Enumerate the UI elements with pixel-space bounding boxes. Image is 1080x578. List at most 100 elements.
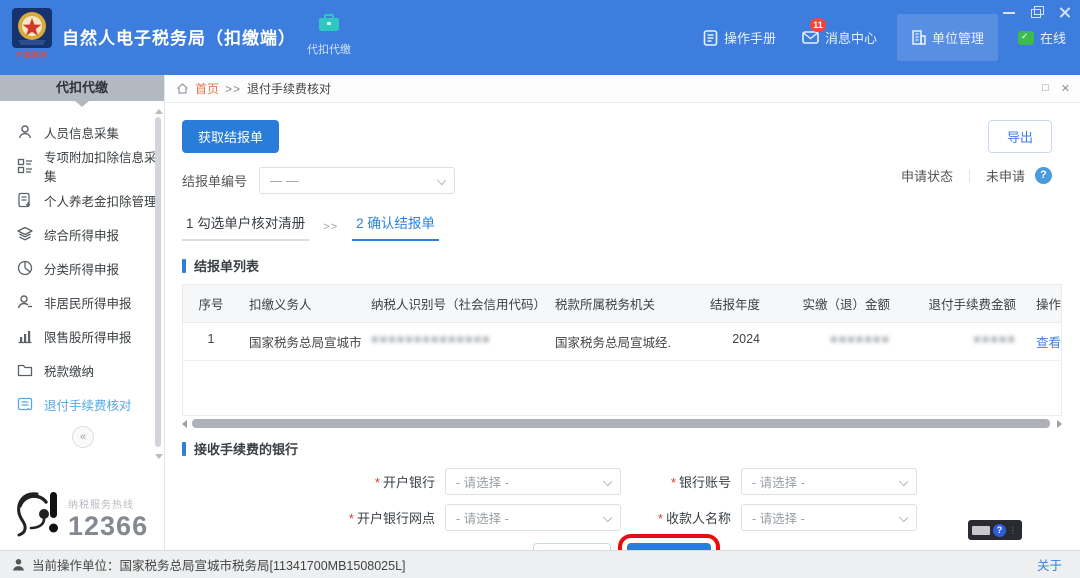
keyboard-icon bbox=[972, 526, 990, 535]
report-list-section-title: 结报单列表 bbox=[182, 256, 1062, 275]
refund-fee-panel: 获取结报单 导出 结报单编号 — — 申请状态 ｜ 未申请 ? 1 勾选单户核对… bbox=[166, 104, 1080, 550]
scrollbar-thumb[interactable] bbox=[155, 117, 161, 447]
opening-bank-label: 开户银行 bbox=[383, 475, 435, 490]
scroll-down-icon[interactable] bbox=[155, 454, 163, 459]
step-1-tab[interactable]: 1 勾选单户核对清册 bbox=[182, 212, 309, 241]
application-status: 申请状态 ｜ 未申请 ? bbox=[901, 166, 1052, 185]
help-icon[interactable]: ? bbox=[1035, 167, 1052, 184]
sidebar-item-comprehensive-income[interactable]: 综合所得申报 bbox=[0, 217, 164, 251]
sidebar-scrollbar[interactable] bbox=[154, 109, 162, 459]
bank-section-title: 接收手续费的银行 bbox=[182, 439, 1062, 458]
sidebar-item-label: 税款缴纳 bbox=[44, 361, 94, 380]
refund-doc-icon bbox=[17, 396, 33, 412]
report-number-select[interactable]: — — bbox=[259, 167, 455, 194]
sidebar-header: 代扣代缴 bbox=[0, 75, 164, 101]
table-row: 1 国家税务总局宣城市... ●●●●●●●●●●●●●● 国家税务总局宣城经.… bbox=[183, 323, 1061, 361]
nonresident-person-icon bbox=[17, 294, 33, 310]
opening-bank-select[interactable]: - 请选择 - bbox=[445, 468, 621, 495]
bar-chart-icon bbox=[17, 328, 33, 344]
sidebar-item-label: 个人养老金扣除管理 bbox=[44, 191, 157, 210]
report-number-label: 结报单编号 bbox=[182, 171, 247, 190]
sidebar-item-label: 综合所得申报 bbox=[44, 225, 119, 244]
input-method-widget[interactable]: ? ⋮ bbox=[968, 520, 1022, 540]
online-status-icon bbox=[1018, 31, 1034, 45]
field-opening-bank: *开户银行 - 请选择 - bbox=[327, 468, 621, 495]
pension-doc-icon bbox=[17, 192, 33, 208]
payee-name-value: - 请选择 - bbox=[752, 508, 805, 527]
bank-branch-select[interactable]: - 请选择 - bbox=[445, 504, 621, 531]
status-value: 未申请 bbox=[986, 166, 1025, 185]
nav-org-management[interactable]: 单位管理 bbox=[897, 14, 998, 61]
step-tabs: 1 勾选单户核对清册 >> 2 确认结报单 bbox=[182, 212, 1062, 241]
main-content: 首页 >> 退付手续费核对 □ ✕ 获取结报单 导出 结报单编号 — — 申请状… bbox=[166, 75, 1080, 550]
sidebar-item-personnel-info[interactable]: 人员信息采集 bbox=[0, 115, 164, 149]
sidebar-item-label: 限售股所得申报 bbox=[44, 327, 132, 346]
briefcase-icon bbox=[318, 14, 340, 32]
nav-org-label: 单位管理 bbox=[932, 28, 984, 47]
status-label: 申请状态 bbox=[901, 166, 953, 185]
payee-name-select[interactable]: - 请选择 - bbox=[741, 504, 917, 531]
bank-branch-label: 开户银行网点 bbox=[357, 511, 435, 526]
cell-seq: 1 bbox=[183, 323, 239, 360]
layers-icon bbox=[17, 226, 33, 242]
required-mark: * bbox=[349, 511, 354, 526]
chevron-down-icon bbox=[603, 477, 612, 486]
sidebar-item-classified-income[interactable]: 分类所得申报 bbox=[0, 251, 164, 285]
nav-online[interactable]: 在线 bbox=[1018, 28, 1066, 47]
col-seq: 序号 bbox=[183, 285, 239, 322]
about-link[interactable]: 关于 bbox=[1037, 555, 1062, 574]
tax-emblem-icon bbox=[10, 6, 54, 50]
folder-icon bbox=[17, 362, 33, 378]
export-button[interactable]: 导出 bbox=[988, 120, 1052, 153]
step-2-tab[interactable]: 2 确认结报单 bbox=[352, 212, 439, 241]
nav-messages[interactable]: 11 消息中心 bbox=[802, 28, 877, 47]
restore-icon[interactable] bbox=[1030, 6, 1044, 18]
field-bank-branch: *开户银行网点 - 请选择 - bbox=[327, 504, 621, 531]
col-year: 结报年度 bbox=[671, 285, 770, 322]
sidebar-item-label: 非居民所得申报 bbox=[44, 293, 132, 312]
sidebar-item-refund-fee-check[interactable]: 退付手续费核对 bbox=[0, 387, 164, 421]
chevron-down-icon bbox=[437, 176, 446, 185]
message-count-badge: 11 bbox=[810, 18, 826, 32]
sidebar-item-label: 专项附加扣除信息采集 bbox=[44, 147, 164, 185]
hscrollbar-thumb[interactable] bbox=[192, 419, 1050, 428]
scroll-up-icon[interactable] bbox=[155, 109, 163, 114]
required-mark: * bbox=[671, 475, 676, 490]
ime-help-icon[interactable]: ? bbox=[993, 524, 1006, 537]
tab-withholding-label: 代扣代缴 bbox=[300, 41, 358, 57]
app-title: 自然人电子税务局（扣缴端） bbox=[62, 24, 296, 49]
sidebar-item-label: 退付手续费核对 bbox=[44, 395, 132, 414]
view-link[interactable]: 查看 bbox=[1036, 336, 1061, 350]
app-window: 中国税务 自然人电子税务局（扣缴端） 代扣代缴 操作手册 bbox=[0, 0, 1080, 578]
sidebar-item-nonresident-income[interactable]: 非居民所得申报 bbox=[0, 285, 164, 319]
bank-title-text: 接收手续费的银行 bbox=[194, 439, 298, 458]
scroll-right-icon[interactable] bbox=[1057, 420, 1062, 428]
breadcrumb-home-link[interactable]: 首页 bbox=[195, 80, 219, 97]
chevron-down-icon bbox=[899, 477, 908, 486]
required-mark: * bbox=[375, 475, 380, 490]
sidebar-item-pension-deduction[interactable]: 个人养老金扣除管理 bbox=[0, 183, 164, 217]
col-withholding-agent: 扣缴义务人 bbox=[239, 285, 361, 322]
bank-account-select[interactable]: - 请选择 - bbox=[741, 468, 917, 495]
panel-close-icon[interactable]: ✕ bbox=[1061, 82, 1070, 95]
sidebar-item-tax-payment[interactable]: 税款缴纳 bbox=[0, 353, 164, 387]
fetch-report-button[interactable]: 获取结报单 bbox=[182, 120, 279, 153]
sidebar-item-special-deduction[interactable]: 专项附加扣除信息采集 bbox=[0, 149, 164, 183]
scroll-left-icon[interactable] bbox=[182, 420, 187, 428]
envelope-icon bbox=[802, 31, 819, 44]
table-header-row: 序号 扣缴义务人 纳税人识别号（社会信用代码） 税款所属税务机关 结报年度 实缴… bbox=[183, 285, 1061, 323]
bank-account-value: - 请选择 - bbox=[752, 472, 805, 491]
ime-menu-icon[interactable]: ⋮ bbox=[1009, 526, 1017, 535]
nav-manual[interactable]: 操作手册 bbox=[703, 28, 776, 47]
close-icon[interactable] bbox=[1058, 6, 1072, 18]
minimize-icon[interactable] bbox=[1002, 6, 1016, 18]
panel-maximize-icon[interactable]: □ bbox=[1042, 82, 1049, 95]
tab-withholding[interactable]: 代扣代缴 bbox=[300, 14, 358, 57]
hotline-block: 纳税服务热线 12366 bbox=[10, 488, 148, 542]
table-horizontal-scrollbar[interactable] bbox=[182, 418, 1062, 429]
sidebar-collapse-button[interactable]: « bbox=[72, 426, 94, 448]
grid-list-icon bbox=[17, 158, 33, 174]
header-nav: 操作手册 11 消息中心 单位管理 在线 bbox=[703, 28, 1066, 47]
sidebar-item-restricted-shares[interactable]: 限售股所得申报 bbox=[0, 319, 164, 353]
nav-manual-label: 操作手册 bbox=[724, 28, 776, 47]
